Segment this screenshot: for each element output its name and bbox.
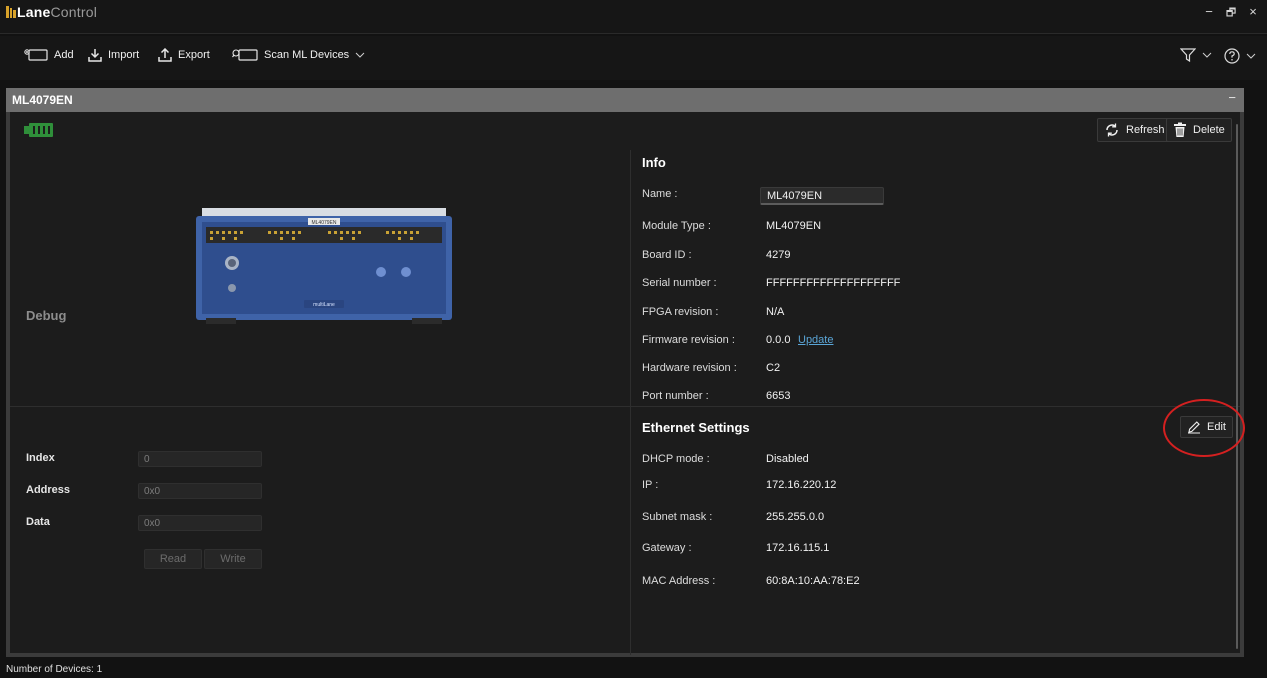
chevron-down-icon	[1246, 53, 1256, 59]
export-button[interactable]: Export	[158, 48, 210, 62]
refresh-button[interactable]: Refresh	[1097, 118, 1172, 142]
firmware-revision-label: Firmware revision :	[642, 334, 735, 346]
add-device-icon	[24, 49, 48, 61]
refresh-icon	[1106, 123, 1118, 137]
scan-devices-icon	[232, 49, 258, 61]
device-panel: Refresh Delete ML4079EN multiLane Info N…	[6, 112, 1244, 657]
board-id-label: Board ID :	[642, 249, 692, 261]
app-title: LaneControl	[17, 4, 97, 20]
mac-address-label: MAC Address :	[642, 575, 716, 587]
device-count-text: Number of Devices: 1	[6, 664, 103, 675]
vertical-divider	[630, 150, 631, 655]
name-label: Name :	[642, 188, 678, 200]
gateway-label: Gateway :	[642, 542, 692, 554]
address-label: Address	[26, 484, 71, 496]
device-header[interactable]: ML4079EN −	[6, 88, 1244, 112]
filter-menu[interactable]	[1180, 48, 1212, 62]
delete-button[interactable]: Delete	[1166, 118, 1232, 142]
scan-label: Scan ML Devices	[264, 49, 350, 61]
close-button[interactable]: ×	[1247, 4, 1259, 23]
help-menu[interactable]	[1224, 48, 1256, 64]
name-field[interactable]	[760, 187, 884, 205]
firmware-update-link[interactable]: Update	[798, 334, 833, 346]
index-field[interactable]	[138, 451, 262, 467]
scan-ml-devices-button[interactable]: Scan ML Devices	[232, 48, 365, 62]
dhcp-mode-label: DHCP mode :	[642, 453, 710, 465]
toolbar: Add Import Export Scan ML Devices	[0, 36, 1267, 80]
help-icon	[1224, 48, 1240, 64]
edit-button[interactable]: Edit	[1180, 416, 1233, 438]
scrollbar[interactable]	[1236, 124, 1238, 649]
module-type-value: ML4079EN	[766, 220, 822, 232]
dhcp-mode-value: Disabled	[766, 453, 809, 465]
address-field[interactable]	[138, 483, 262, 499]
collapse-button[interactable]: −	[1228, 90, 1236, 105]
add-label: Add	[54, 49, 74, 61]
subnet-mask-label: Subnet mask :	[642, 511, 713, 523]
import-icon	[88, 49, 102, 62]
status-bar: Number of Devices: 1	[0, 659, 1267, 678]
horizontal-divider	[10, 406, 1240, 407]
import-button[interactable]: Import	[88, 48, 139, 62]
window-controls: − 🗗 ×	[1203, 4, 1259, 23]
index-label: Index	[26, 452, 55, 464]
firmware-revision-value: 0.0.0	[766, 334, 791, 346]
subnet-mask-value: 255.255.0.0	[766, 511, 825, 523]
gateway-value: 172.16.115.1	[766, 542, 830, 554]
port-number-label: Port number :	[642, 390, 709, 402]
ip-label: IP :	[642, 479, 659, 491]
device-image: ML4079EN multiLane	[196, 208, 452, 324]
info-title: Info	[642, 155, 666, 170]
add-button[interactable]: Add	[24, 48, 74, 62]
delete-label: Delete	[1193, 124, 1225, 136]
app-title-light: Control	[50, 4, 98, 20]
serial-number-value: FFFFFFFFFFFFFFFFFFFF	[766, 277, 901, 289]
hardware-revision-value: C2	[766, 362, 781, 374]
app-title-bold: Lane	[17, 4, 51, 20]
restore-button[interactable]: 🗗	[1225, 4, 1237, 23]
device-brand-label: multiLane	[313, 302, 335, 308]
export-label: Export	[178, 49, 210, 61]
edit-label: Edit	[1207, 421, 1226, 433]
fpga-revision-label: FPGA revision :	[642, 306, 719, 318]
port-number-value: 6653	[766, 390, 791, 402]
chevron-down-icon	[1202, 52, 1212, 58]
module-type-label: Module Type :	[642, 220, 711, 232]
write-button[interactable]: Write	[204, 549, 262, 569]
fpga-revision-value: N/A	[766, 306, 785, 318]
ip-value: 172.16.220.12	[766, 479, 837, 491]
trash-icon	[1174, 122, 1186, 137]
debug-title: Debug	[26, 308, 67, 323]
read-button[interactable]: Read	[144, 549, 202, 569]
device-front-label: ML4079EN	[311, 220, 336, 226]
mac-address-value: 60:8A:10:AA:78:E2	[766, 575, 860, 587]
app-logo-icon	[6, 6, 16, 18]
board-id-value: 4279	[766, 249, 791, 261]
refresh-label: Refresh	[1126, 124, 1165, 136]
filter-icon	[1180, 48, 1196, 62]
data-label: Data	[26, 516, 50, 528]
serial-number-label: Serial number :	[642, 277, 717, 289]
hardware-revision-label: Hardware revision :	[642, 362, 737, 374]
data-field[interactable]	[138, 515, 262, 531]
minimize-button[interactable]: −	[1203, 4, 1215, 23]
title-bar: LaneControl − 🗗 ×	[0, 0, 1267, 34]
import-label: Import	[108, 49, 140, 61]
device-header-name: ML4079EN	[12, 93, 73, 107]
chevron-down-icon	[355, 52, 365, 58]
module-connection-icon	[24, 123, 53, 137]
pencil-icon	[1188, 421, 1200, 434]
export-icon	[158, 48, 172, 62]
ethernet-settings-title: Ethernet Settings	[642, 420, 750, 435]
